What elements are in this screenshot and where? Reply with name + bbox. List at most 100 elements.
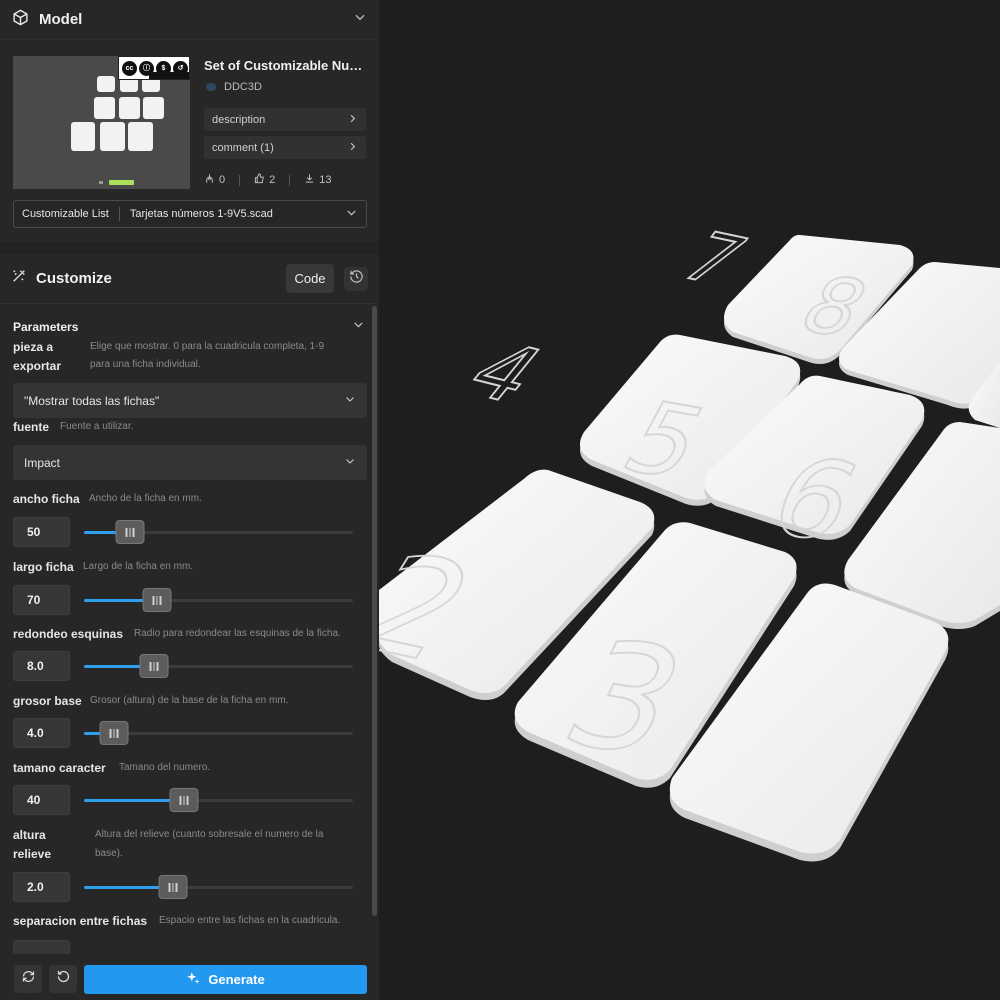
param-description: base). [95,848,123,859]
param-description: Ancho de la ficha en mm. [89,493,202,504]
tile-number: 4 [448,327,562,419]
thumbs-up-icon [254,173,265,187]
author-name: DDC3D [224,81,262,93]
param-label: altura [13,828,46,842]
license-badge-icon: cc ⓘ $ ↺ [118,56,190,80]
param-description: Largo de la ficha en mm. [83,561,194,572]
parameters-list: Parameters pieza a exportar Elige que mo… [0,304,370,954]
slider-handle[interactable] [169,788,199,812]
parameters-scrollbar[interactable] [372,306,377,916]
slider-handle[interactable] [158,875,188,899]
like-count: 2 [269,174,276,186]
refresh-icon [21,969,36,989]
param-label: tamano caracter [13,761,106,775]
customize-header: Customize Code [0,254,379,304]
description-label: description [212,113,266,126]
param-label: grosor base [13,694,82,708]
remix-count: 0 [219,174,226,186]
file-selector[interactable]: Customizable List Tarjetas números 1-9V5… [13,200,367,228]
remix-stat[interactable]: 0 [204,173,225,187]
model-thumbnail[interactable]: cc ⓘ $ ↺ [13,56,190,189]
param-description: Fuente a utilizar. [60,421,134,432]
slider-handle[interactable] [99,721,129,745]
model-panel-title: Model [39,11,83,28]
undo-icon [56,969,71,989]
altura-relieve-slider[interactable] [84,875,353,899]
3d-viewport[interactable]: 7 8 4 5 6 2 3 [379,0,1000,1000]
param-label: separacion entre fichas [13,914,148,928]
reset-button[interactable] [49,965,77,993]
refresh-button[interactable] [14,965,42,993]
file-name: Tarjetas números 1-9V5.scad [129,208,273,220]
param-label: exportar [13,359,62,373]
altura-relieve-input[interactable]: 2.0 [13,872,70,902]
param-label: ancho ficha [13,492,80,506]
chevron-right-icon [347,141,358,155]
tamano-caracter-input[interactable]: 40 [13,785,70,815]
param-description: para una ficha individual. [90,359,201,370]
comment-label: comment (1) [212,141,274,154]
chevron-down-icon [344,393,356,408]
param-description: Espacio entre las fichas en la cuadricul… [159,915,341,926]
param-label: redondeo esquinas [13,627,124,641]
largo-ficha-input[interactable]: 70 [13,585,70,615]
param-label: pieza a [13,340,54,354]
remix-icon [204,173,215,187]
parameters-header[interactable]: Parameters [13,319,365,335]
code-button[interactable]: Code [286,264,334,293]
pieza-select[interactable]: "Mostrar todas las fichas" [13,383,367,418]
model-panel: Model cc ⓘ $ ↺ Set of Customizable Num..… [0,0,379,242]
chevron-down-icon [345,206,358,222]
slider-handle[interactable] [115,520,145,544]
param-description: Tamano del numero. [119,762,211,773]
model-render: 7 8 4 5 6 2 3 [379,218,1000,862]
model-info: Set of Customizable Num... DDC3D [204,56,368,96]
comment-link[interactable]: comment (1) [204,136,366,159]
sparkle-icon [186,971,200,988]
chevron-down-icon[interactable] [353,10,367,29]
download-stat[interactable]: 13 [304,173,332,187]
fuente-select[interactable]: Impact [13,445,367,480]
slider-handle[interactable] [142,588,172,612]
param-description: Elige que mostrar. 0 para la cuadricula … [90,341,325,352]
history-icon [349,269,364,289]
customize-panel: Customize Code Parameters pieza a export… [0,254,379,1000]
author[interactable]: DDC3D [204,78,368,96]
pieza-select-value: "Mostrar todas las fichas" [24,393,160,408]
separacion-input[interactable] [13,940,70,954]
largo-ficha-slider[interactable] [84,588,353,612]
grosor-base-slider[interactable] [84,721,353,745]
customizable-list-label: Customizable List [22,208,109,220]
chevron-down-icon [352,318,365,336]
author-avatar [206,83,216,91]
param-label: fuente [13,420,49,434]
redondeo-esquinas-slider[interactable] [84,654,353,678]
fuente-select-value: Impact [24,455,61,470]
tamano-caracter-slider[interactable] [84,788,353,812]
sidebar: Model cc ⓘ $ ↺ Set of Customizable Num..… [0,0,379,1000]
model-stats: 0 2 13 [204,172,366,188]
slider-handle[interactable] [139,654,169,678]
grosor-base-input[interactable]: 4.0 [13,718,70,748]
magic-wand-icon [11,268,27,289]
cube-icon [12,9,29,31]
generate-label: Generate [208,972,265,987]
download-icon [304,173,315,187]
customize-title: Customize [36,270,112,287]
param-label: relieve [13,847,52,861]
redondeo-esquinas-input[interactable]: 8.0 [13,651,70,681]
like-stat[interactable]: 2 [254,173,275,187]
action-bar: Generate [0,960,379,1000]
generate-button[interactable]: Generate [84,965,367,994]
model-panel-header[interactable]: Model [0,0,379,40]
ancho-ficha-slider[interactable] [84,520,353,544]
ancho-ficha-input[interactable]: 50 [13,517,70,547]
parameters-title: Parameters [13,320,79,334]
model-title[interactable]: Set of Customizable Num... [204,56,368,76]
param-label: largo ficha [13,560,74,574]
description-link[interactable]: description [204,108,366,131]
download-count: 13 [319,174,332,186]
chevron-right-icon [347,113,358,127]
chevron-down-icon [344,455,356,470]
history-button[interactable] [344,266,368,291]
